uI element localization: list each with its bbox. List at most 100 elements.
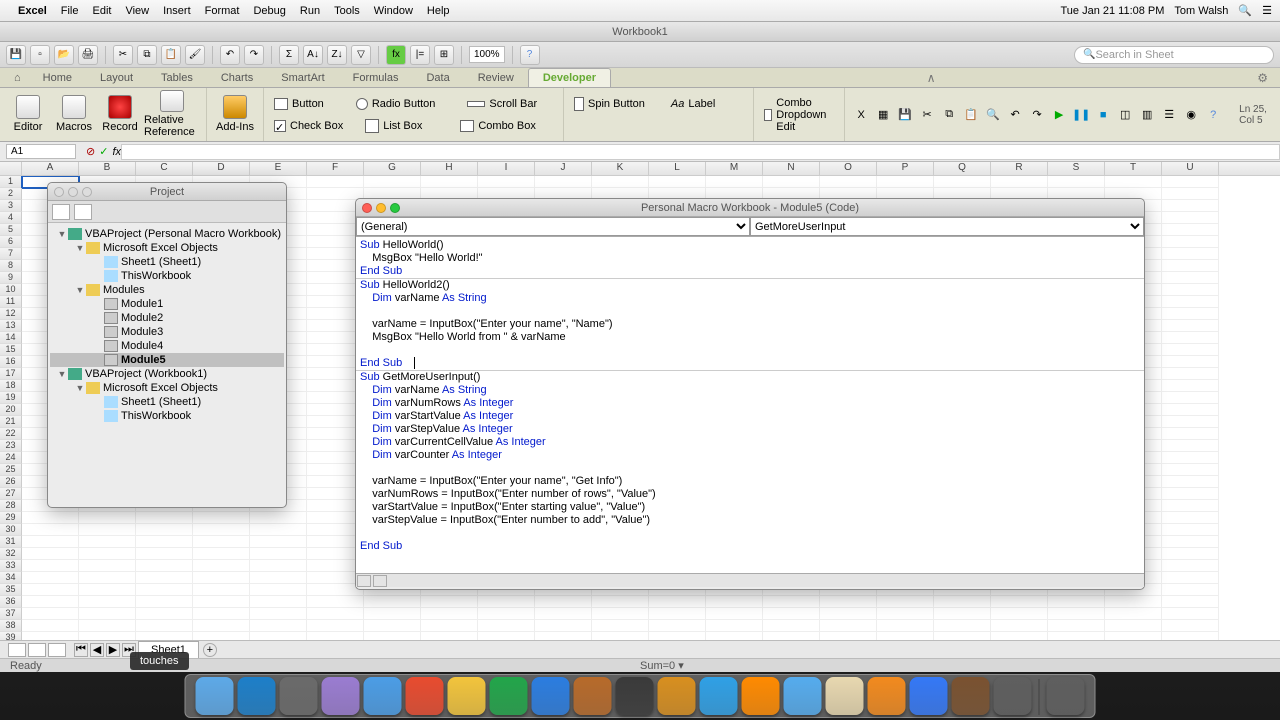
show-formulas-icon[interactable]: |= [410,45,430,65]
tree-item[interactable]: Module4 [50,339,284,353]
dock-app[interactable] [742,677,780,715]
cell[interactable] [193,608,250,620]
code-window-titlebar[interactable]: Personal Macro Workbook - Module5 (Code) [356,199,1144,217]
vbe-find-icon[interactable]: 🔍 [983,105,1003,125]
cell[interactable] [706,176,763,188]
col-header[interactable]: B [79,162,136,175]
dock-app[interactable] [952,677,990,715]
cell[interactable] [1162,416,1219,428]
zoom-select[interactable]: 100% [469,46,505,63]
col-header[interactable]: J [535,162,592,175]
cell[interactable] [307,620,364,632]
vbe-run-icon[interactable]: ▶ [1049,105,1069,125]
cell[interactable] [421,176,478,188]
dock-app[interactable] [490,677,528,715]
cell[interactable] [763,620,820,632]
menu-format[interactable]: Format [205,5,240,17]
row-header[interactable]: 36 [0,596,22,608]
name-box[interactable] [6,144,76,159]
row-header[interactable]: 31 [0,536,22,548]
dock-app[interactable] [784,677,822,715]
menu-view[interactable]: View [125,5,149,17]
cell[interactable] [307,608,364,620]
combobox-control[interactable]: Combo Box [456,119,539,133]
col-header[interactable]: E [250,162,307,175]
cell[interactable] [250,596,307,608]
menu-insert[interactable]: Insert [163,5,191,17]
cell[interactable] [79,596,136,608]
cell[interactable] [1162,524,1219,536]
vbe-cut-icon[interactable]: ✂ [917,105,937,125]
dock[interactable] [185,674,1096,718]
cell[interactable] [649,176,706,188]
cell[interactable] [22,572,79,584]
tab-data[interactable]: Data [412,69,463,87]
vbe-help-icon[interactable]: ? [1203,105,1223,125]
cell[interactable] [1162,236,1219,248]
project-window-titlebar[interactable]: Project [48,183,286,201]
cell[interactable] [1162,596,1219,608]
cell[interactable] [1162,392,1219,404]
cell[interactable] [478,596,535,608]
cell[interactable] [1162,440,1219,452]
minimize-icon[interactable] [376,203,386,213]
cell[interactable] [1162,200,1219,212]
cell[interactable] [421,608,478,620]
cell[interactable] [79,536,136,548]
editor-button[interactable]: Editor [6,90,50,138]
cell[interactable] [1162,332,1219,344]
row-header[interactable]: 14 [0,332,22,344]
col-header[interactable]: P [877,162,934,175]
cell[interactable] [79,560,136,572]
dock-app[interactable] [616,677,654,715]
dock-app[interactable] [1047,677,1085,715]
status-sum[interactable]: Sum=0 ▾ [640,659,684,672]
redo-icon[interactable]: ↷ [244,45,264,65]
menu-edit[interactable]: Edit [92,5,111,17]
row-header[interactable]: 30 [0,524,22,536]
procedure-view-icon[interactable] [357,575,371,587]
cell[interactable] [649,620,706,632]
row-header[interactable]: 13 [0,320,22,332]
cell[interactable] [421,596,478,608]
cell[interactable] [991,596,1048,608]
cell[interactable] [193,584,250,596]
full-module-view-icon[interactable] [373,575,387,587]
cell[interactable] [250,608,307,620]
dock-app[interactable] [280,677,318,715]
row-header[interactable]: 10 [0,284,22,296]
cell[interactable] [1162,380,1219,392]
col-header[interactable]: C [136,162,193,175]
cell[interactable] [22,596,79,608]
cell[interactable] [1162,404,1219,416]
cell[interactable] [934,620,991,632]
tree-item[interactable]: ▼Modules [50,283,284,297]
cell[interactable] [250,548,307,560]
cell[interactable] [1162,464,1219,476]
dock-app[interactable] [532,677,570,715]
row-header[interactable]: 29 [0,512,22,524]
cell[interactable] [193,536,250,548]
ribbon-settings-icon[interactable]: ⚙ [1251,69,1274,87]
dock-app[interactable] [994,677,1032,715]
vbe-pause-icon[interactable]: ❚❚ [1071,105,1091,125]
menu-help[interactable]: Help [427,5,450,17]
cell[interactable] [1105,596,1162,608]
close-icon[interactable] [54,187,64,197]
row-header[interactable]: 6 [0,236,22,248]
dock-app[interactable] [364,677,402,715]
cut-icon[interactable]: ✂ [113,45,133,65]
scrollbar-control[interactable]: Scroll Bar [463,97,541,111]
cell[interactable] [250,512,307,524]
cell[interactable] [649,596,706,608]
cell[interactable] [1162,512,1219,524]
cell[interactable] [1048,596,1105,608]
dock-app[interactable] [196,677,234,715]
cell[interactable] [1162,428,1219,440]
cell[interactable] [79,572,136,584]
prev-sheet-icon[interactable]: ◀ [90,643,104,657]
cell[interactable] [535,608,592,620]
vbe-properties-icon[interactable]: ☰ [1159,105,1179,125]
cell[interactable] [250,560,307,572]
dock-app[interactable] [868,677,906,715]
